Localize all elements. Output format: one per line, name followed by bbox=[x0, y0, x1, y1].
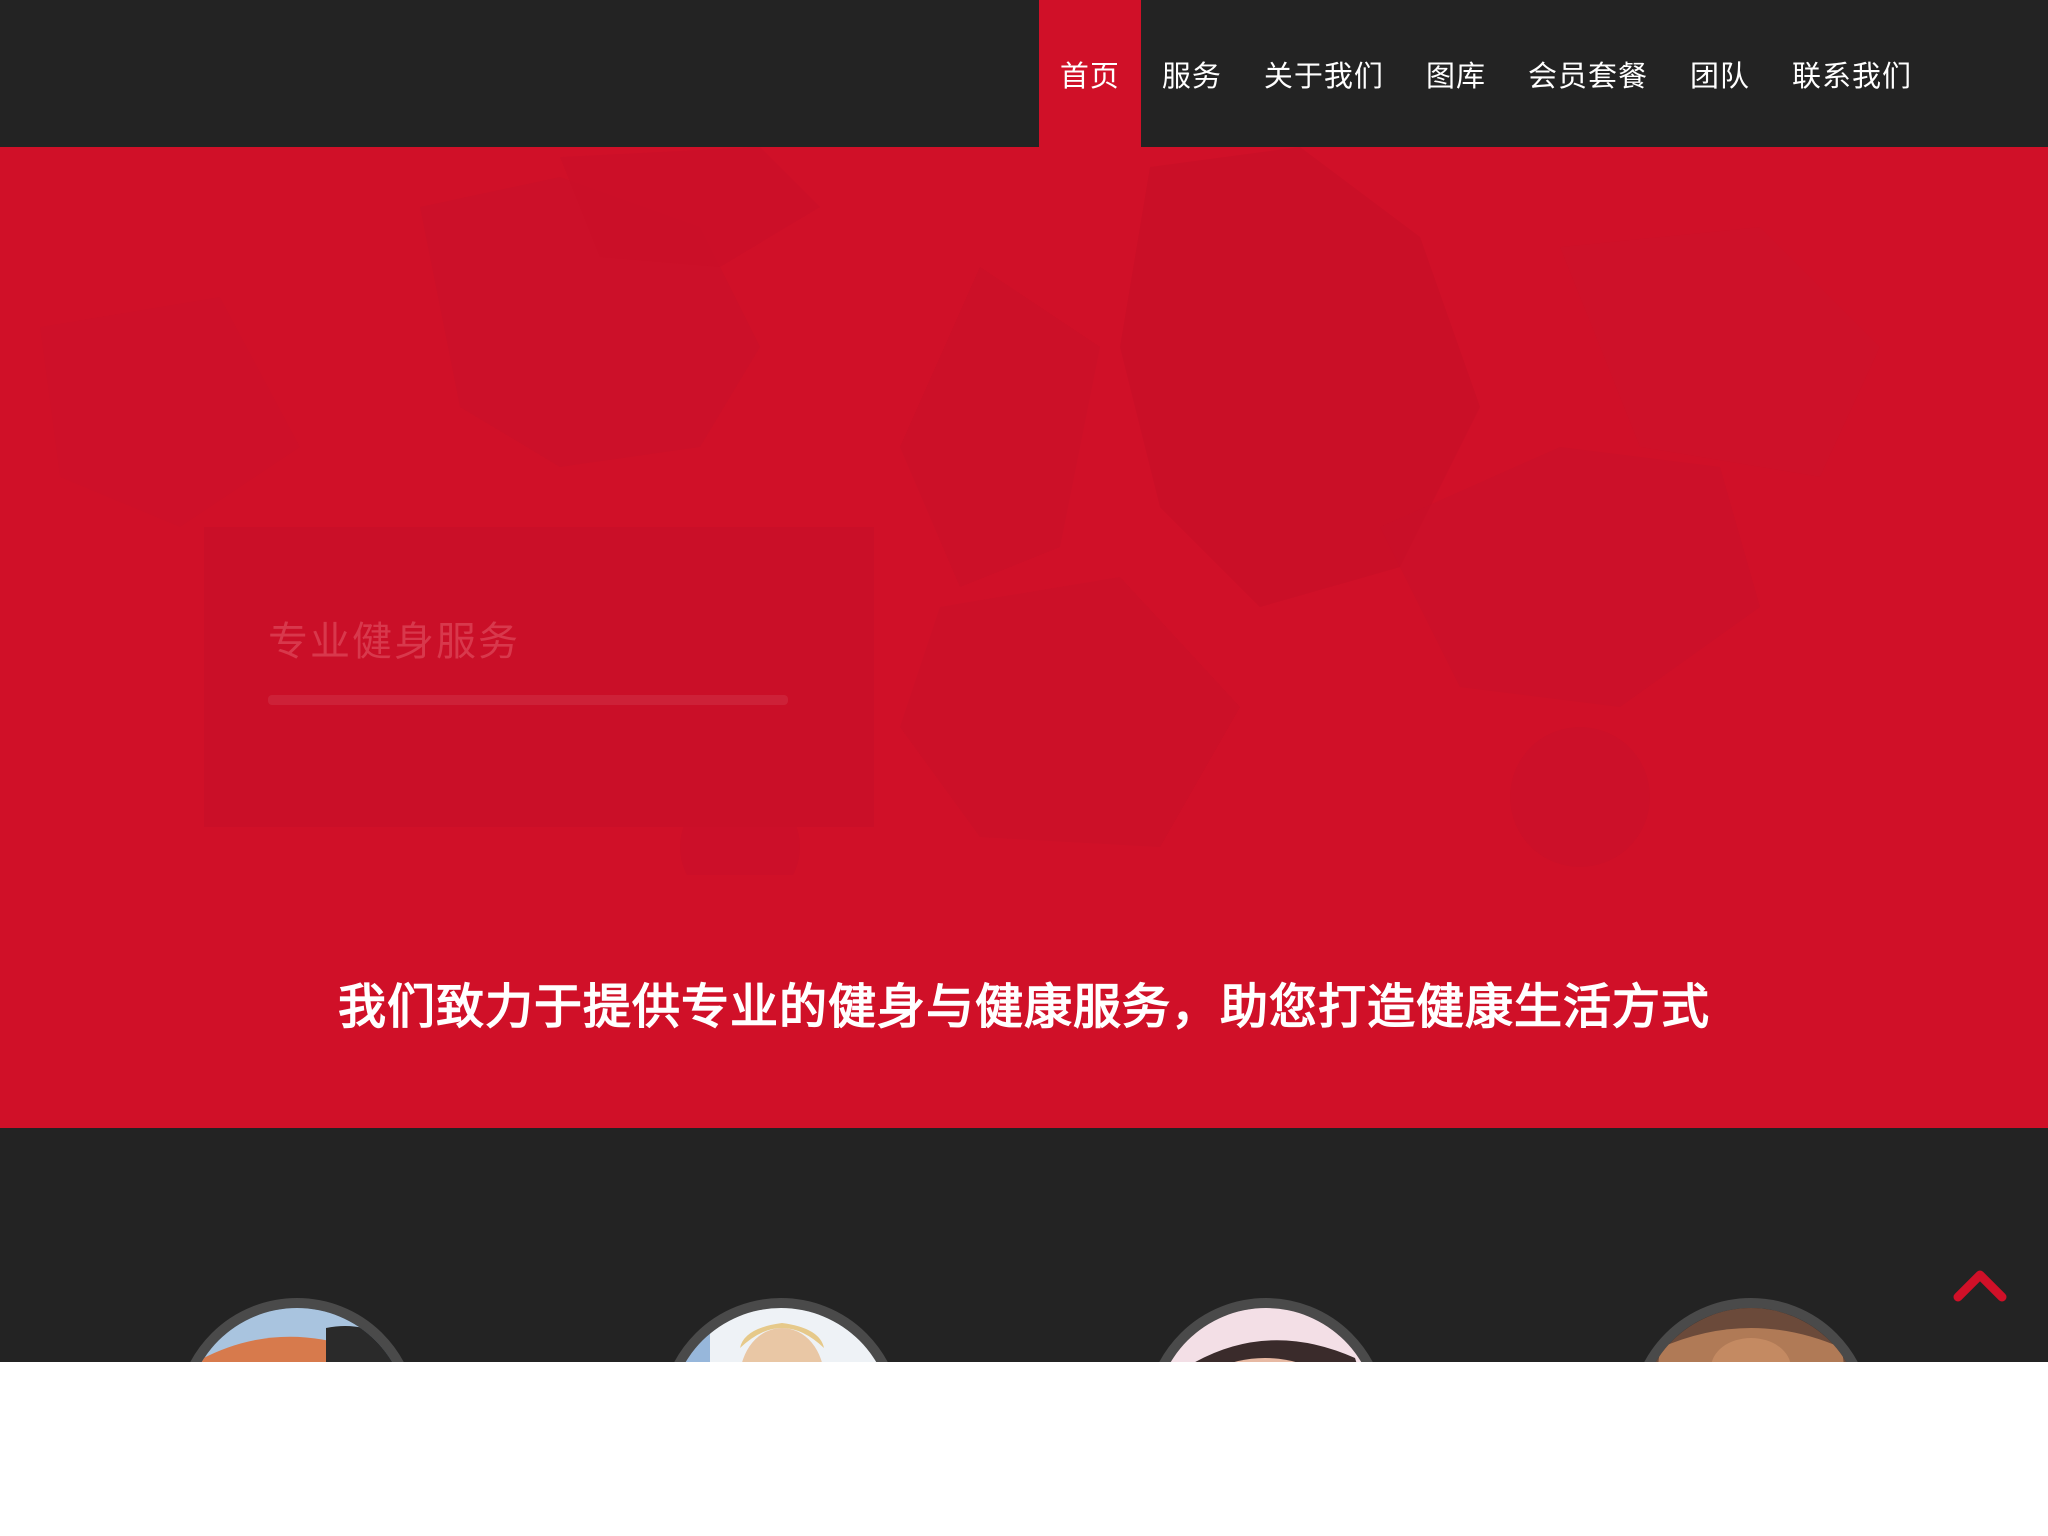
trainer-photo-icon bbox=[186, 1308, 408, 1362]
bodybuilder-photo-icon bbox=[1640, 1308, 1862, 1362]
yoga-photo-icon bbox=[670, 1308, 892, 1362]
service-avatar-massage[interactable] bbox=[1145, 1298, 1387, 1362]
services-section bbox=[0, 1128, 2048, 1362]
service-avatar-yoga[interactable] bbox=[660, 1298, 902, 1362]
hero-slide-subtitle-line bbox=[268, 695, 788, 705]
top-navigation-bar: 首页 服务 关于我们 图库 会员套餐 团队 联系我们 bbox=[0, 0, 2048, 147]
hero-background-image bbox=[40, 147, 1880, 875]
nav-item-services[interactable]: 服务 bbox=[1141, 0, 1243, 147]
hero-banner: 专业健身服务 bbox=[0, 147, 2048, 875]
nav-item-about[interactable]: 关于我们 bbox=[1243, 0, 1405, 147]
nav-item-home[interactable]: 首页 bbox=[1038, 0, 1141, 147]
nav-item-membership[interactable]: 会员套餐 bbox=[1507, 0, 1669, 147]
back-to-top-button[interactable] bbox=[1952, 1265, 2008, 1305]
service-avatar-bodybuilder[interactable] bbox=[1630, 1298, 1872, 1362]
page: 首页 服务 关于我们 图库 会员套餐 团队 联系我们 专业健身服务 我们致力于提… bbox=[0, 0, 2048, 1536]
chevron-up-icon bbox=[1953, 1270, 2007, 1302]
hero-slide-title: 专业健身服务 bbox=[268, 619, 520, 665]
massage-photo-icon bbox=[1155, 1308, 1377, 1362]
tagline-text: 我们致力于提供专业的健身与健康服务，助您打造健康生活方式 bbox=[337, 978, 1710, 1035]
main-menu: 首页 服务 关于我们 图库 会员套餐 团队 联系我们 bbox=[1038, 0, 1933, 147]
nav-item-contact[interactable]: 联系我们 bbox=[1771, 0, 1933, 147]
service-avatar-trainer[interactable] bbox=[176, 1298, 418, 1362]
nav-item-team[interactable]: 团队 bbox=[1669, 0, 1771, 147]
tagline-section: 我们致力于提供专业的健身与健康服务，助您打造健康生活方式 bbox=[0, 875, 2048, 1128]
nav-item-gallery[interactable]: 图库 bbox=[1405, 0, 1507, 147]
